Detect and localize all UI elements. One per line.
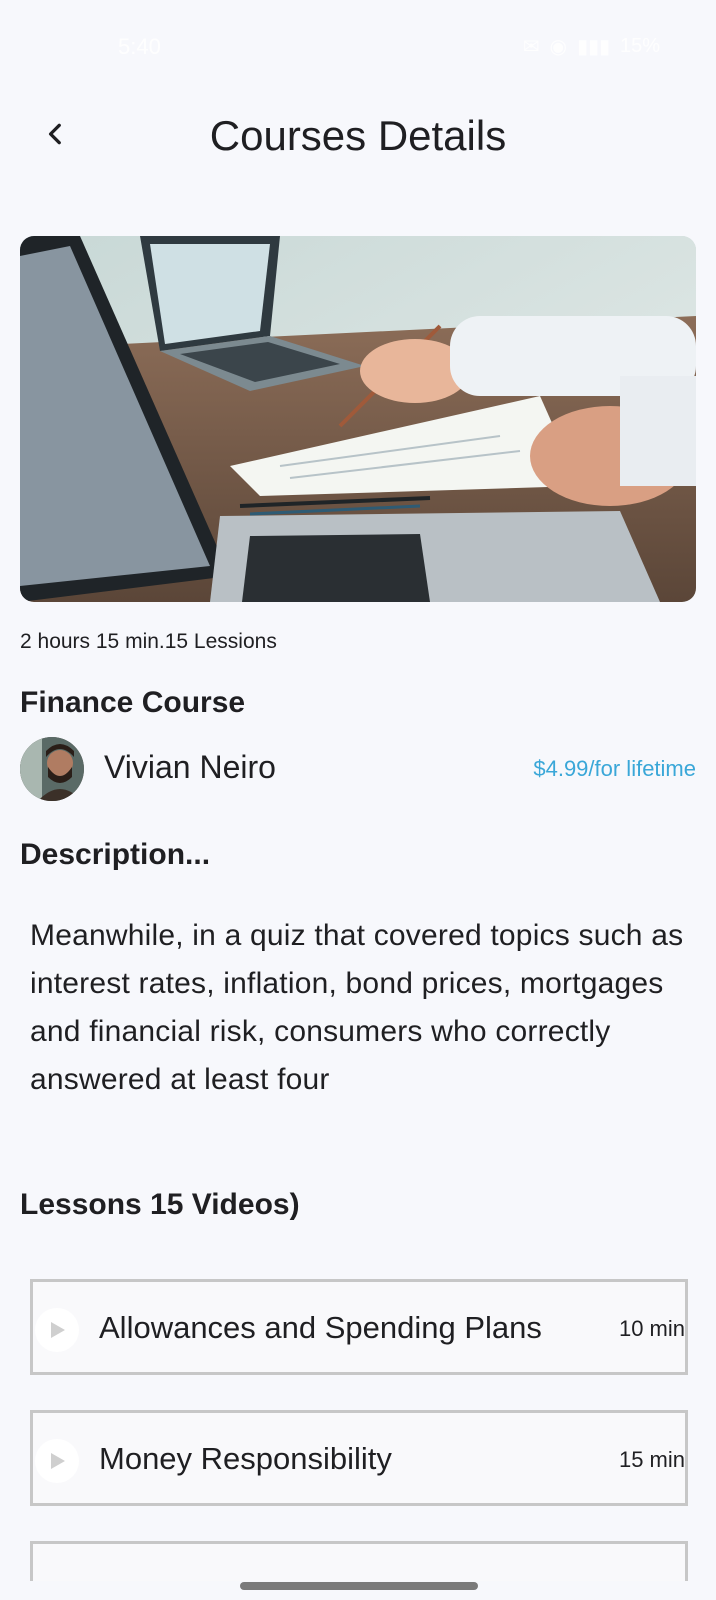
battery-level: 15% (619, 35, 660, 57)
instructor-avatar (20, 737, 84, 801)
wifi-icon: ◉ (549, 36, 567, 58)
lesson-title: Allowances and Spending Plans (99, 1310, 542, 1345)
play-icon (51, 1453, 65, 1469)
chevron-left-icon (48, 123, 61, 145)
course-title: Finance Course (20, 686, 246, 719)
course-hero-image (20, 236, 696, 602)
course-meta: 2 hours 15 min.15 Lessions (20, 630, 277, 653)
play-button[interactable] (35, 1308, 79, 1352)
play-icon (51, 1322, 65, 1338)
play-button[interactable] (35, 1439, 79, 1483)
lesson-item[interactable]: Money Responsibility 15 min (30, 1410, 688, 1506)
description-heading: Description... (20, 838, 211, 871)
status-bar: 5:40 ✉ ◉ ▮▮▮ 15% (0, 0, 716, 92)
description-body: Meanwhile, in a quiz that covered topics… (30, 919, 684, 1096)
status-time: 5:40 (118, 34, 161, 59)
page-title: Courses Details (209, 112, 507, 159)
signal-icon: ▮▮▮ (576, 36, 610, 58)
back-button[interactable] (30, 108, 82, 160)
lesson-item-partial[interactable] (30, 1541, 688, 1581)
status-icons: ✉ ◉ ▮▮▮ 15% (523, 34, 660, 59)
lesson-duration: 15 min (618, 1447, 685, 1472)
message-icon: ✉ (522, 36, 540, 58)
lesson-title: Money Responsibility (99, 1441, 392, 1476)
lessons-heading: Lessons 15 Videos) (20, 1188, 300, 1221)
lesson-item[interactable]: Allowances and Spending Plans 10 min (30, 1279, 688, 1375)
lesson-duration: 10 min (618, 1316, 685, 1341)
course-price: $4.99/for lifetime (533, 756, 696, 781)
home-indicator[interactable] (240, 1582, 478, 1590)
instructor-name: Vivian Neiro (104, 749, 276, 785)
